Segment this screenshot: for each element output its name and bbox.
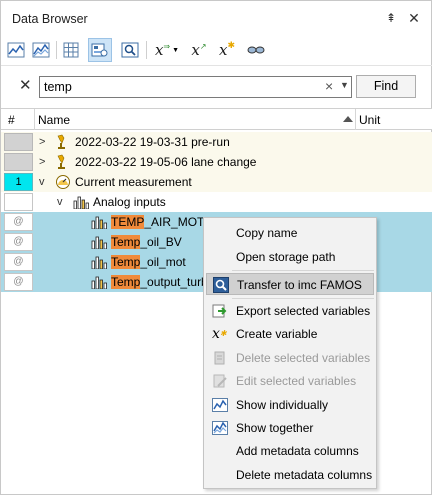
menu-item-label: Delete metadata columns <box>236 468 373 482</box>
gauge-icon <box>55 174 71 193</box>
table-row[interactable]: 1 v Current measurement <box>1 172 432 192</box>
menu-item-add-metadata-columns[interactable]: Add metadata columns <box>206 440 374 462</box>
chevron-right-icon[interactable]: > <box>39 156 45 168</box>
table-header: # Name Unit <box>1 108 432 130</box>
famos-icon <box>213 277 229 293</box>
context-menu: Copy name Open storage path Transfer to … <box>203 217 377 489</box>
row-number <box>4 133 33 151</box>
search-match-highlight: TEMP <box>111 215 145 229</box>
chart-area-icon <box>212 420 228 436</box>
menu-item-show-individually[interactable]: Show individually <box>206 394 374 416</box>
edit-icon <box>212 373 228 389</box>
variable-export-icon[interactable]: x ↗ <box>187 38 211 62</box>
menu-item-delete-selected-variables[interactable]: Delete selected variables <box>206 347 374 369</box>
column-header-name[interactable]: Name <box>38 113 70 127</box>
row-label-rest: _oil_mot <box>140 255 186 269</box>
menu-item-delete-metadata-columns[interactable]: Delete metadata columns <box>206 464 374 486</box>
row-number: 1 <box>4 173 33 191</box>
row-number: @ <box>4 213 33 231</box>
menu-item-label: Create variable <box>236 327 318 341</box>
close-search-icon[interactable]: ✕ <box>19 78 32 94</box>
menu-item-transfer-to-famos[interactable]: Transfer to imc FAMOS <box>206 273 374 295</box>
menu-item-label: Transfer to imc FAMOS <box>237 278 362 292</box>
data-browser-panel: Data Browser ⇞ ✕ x ⇒ ▼ x ↗ x ✱ ✕ temp × … <box>0 0 432 495</box>
measurement-icon <box>55 134 69 153</box>
delete-icon <box>212 350 228 366</box>
chevron-down-icon[interactable]: v <box>57 196 63 208</box>
row-label-rest: _oil_BV <box>140 235 182 249</box>
row-label: Temp_oil_BV <box>111 235 182 249</box>
row-label-rest: _AIR_MOT <box>144 215 205 229</box>
menu-item-open-storage-path[interactable]: Open storage path <box>206 246 374 268</box>
bar-chart-icon <box>91 275 107 292</box>
chevron-down-icon[interactable]: v <box>39 176 45 188</box>
chart-area-icon[interactable] <box>29 38 53 62</box>
row-number <box>4 153 33 171</box>
menu-item-label: Add metadata columns <box>236 444 359 458</box>
sort-ascending-icon[interactable] <box>343 116 353 122</box>
column-header-num[interactable]: # <box>8 113 15 127</box>
table-row[interactable]: v Analog inputs <box>1 192 432 212</box>
search-row: ✕ temp × ▼ Find <box>1 65 432 107</box>
row-number: @ <box>4 273 33 291</box>
chevron-down-icon[interactable]: ▼ <box>340 80 349 90</box>
menu-item-label: Edit selected variables <box>236 374 357 388</box>
browse-view-icon[interactable] <box>88 38 112 62</box>
row-label: Current measurement <box>75 175 192 189</box>
row-label: Temp_oil_mot <box>111 255 186 269</box>
row-label: TEMP_AIR_MOT <box>111 215 204 229</box>
row-label: Temp_output_turbo <box>111 275 214 289</box>
menu-item-copy-name[interactable]: Copy name <box>206 222 374 244</box>
row-label: Analog inputs <box>93 195 166 209</box>
search-match-highlight: Temp <box>111 235 141 249</box>
bar-chart-icon <box>91 255 107 272</box>
table-row[interactable]: > 2022-03-22 19-03-31 pre-run <box>1 132 432 152</box>
measurement-icon <box>55 154 69 173</box>
row-label: 2022-03-22 19-05-06 lane change <box>75 155 257 169</box>
menu-item-create-variable[interactable]: x✱ Create variable <box>206 323 374 345</box>
toolbar: x ⇒ ▼ x ↗ x ✱ <box>1 35 432 65</box>
chart-line-icon <box>212 397 228 413</box>
column-header-unit[interactable]: Unit <box>359 113 380 127</box>
search-input[interactable]: temp × ▼ <box>39 76 352 98</box>
search-match-highlight: Temp <box>111 275 141 289</box>
row-number: @ <box>4 253 33 271</box>
menu-item-label: Open storage path <box>236 250 336 264</box>
menu-item-export-selected-variables[interactable]: Export selected variables <box>206 300 374 322</box>
bar-chart-icon <box>91 215 107 232</box>
row-number <box>4 193 33 211</box>
bar-chart-icon <box>91 235 107 252</box>
menu-item-label: Export selected variables <box>236 304 371 318</box>
search-zoom-icon[interactable] <box>118 38 142 62</box>
menu-item-label: Delete selected variables <box>236 351 371 365</box>
variable-dropdown-icon[interactable]: x ⇒ ▼ <box>152 38 182 62</box>
window-title: Data Browser <box>12 12 88 26</box>
pin-icon[interactable]: ⇞ <box>383 10 399 26</box>
glasses-icon[interactable] <box>244 38 268 62</box>
close-icon[interactable]: ✕ <box>406 10 422 26</box>
menu-item-edit-selected-variables[interactable]: Edit selected variables <box>206 370 374 392</box>
grid-icon[interactable] <box>59 38 83 62</box>
variable-new-icon: x✱ <box>212 326 227 342</box>
row-label: 2022-03-22 19-03-31 pre-run <box>75 135 230 149</box>
title-bar: Data Browser ⇞ ✕ <box>1 1 432 35</box>
table-row[interactable]: > 2022-03-22 19-05-06 lane change <box>1 152 432 172</box>
find-button[interactable]: Find <box>356 75 416 98</box>
export-icon <box>212 303 228 319</box>
menu-item-show-together[interactable]: Show together <box>206 417 374 439</box>
chevron-right-icon[interactable]: > <box>39 136 45 148</box>
menu-item-label: Show together <box>236 421 314 435</box>
menu-item-label: Copy name <box>236 226 298 240</box>
search-match-highlight: Temp <box>111 255 141 269</box>
clear-search-icon[interactable]: × <box>325 78 333 94</box>
variable-new-icon[interactable]: x ✱ <box>215 38 239 62</box>
chart-line-icon[interactable] <box>4 38 28 62</box>
row-number: @ <box>4 233 33 251</box>
menu-item-label: Show individually <box>236 398 329 412</box>
search-input-value: temp <box>44 80 72 94</box>
bar-chart-icon <box>73 195 89 212</box>
